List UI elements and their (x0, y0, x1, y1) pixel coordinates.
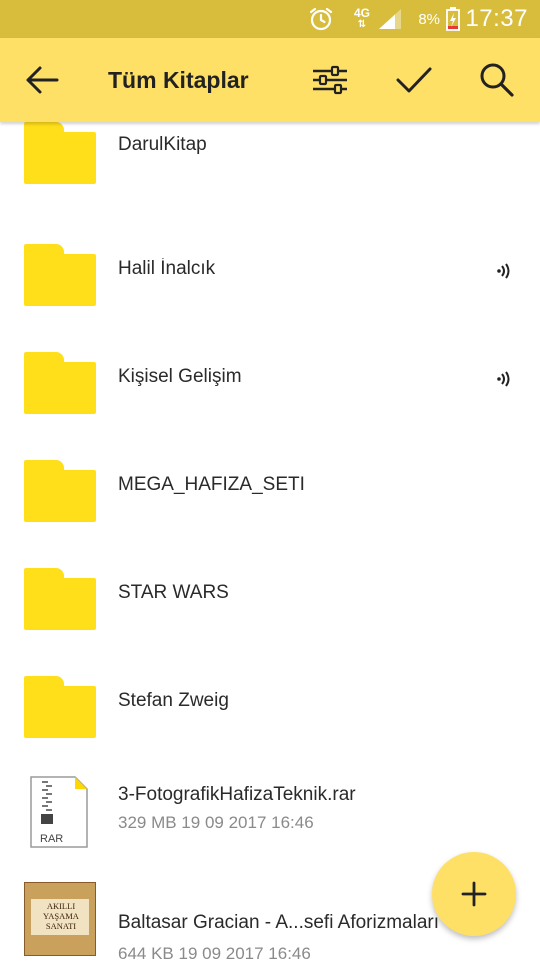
folder-row-kisisel-gelisim[interactable]: Kişisel Gelişim (0, 322, 540, 430)
folder-icon (24, 352, 96, 414)
folder-row-darulkitap[interactable]: DarulKitap (0, 106, 540, 214)
sync-status-icon (497, 263, 510, 279)
file-meta: 644 KB 19 09 2017 16:46 (118, 944, 311, 963)
alarm-icon (308, 0, 334, 38)
folder-name: Halil İnalcık (118, 258, 216, 279)
cover-line-3: SANATI (46, 921, 76, 931)
folder-row-star-wars[interactable]: STAR WARS (0, 538, 540, 646)
folder-icon (24, 244, 96, 306)
battery-percent: 8% (418, 10, 440, 28)
file-meta: 329 MB 19 09 2017 16:46 (118, 813, 314, 832)
filter-sliders-icon (313, 65, 347, 95)
status-bar: 4G ⇅ 8% 17:37 (0, 0, 540, 38)
app-toolbar: Tüm Kitaplar (0, 38, 540, 122)
folder-icon (24, 122, 96, 184)
folder-name: Stefan Zweig (118, 690, 229, 711)
checkmark-icon (396, 67, 432, 93)
add-fab-button[interactable] (432, 852, 516, 936)
cover-line-2: YAŞAMA (43, 911, 80, 921)
cover-line-1: AKILLI (47, 901, 75, 911)
folder-name: Kişisel Gelişim (118, 366, 242, 387)
folder-name: STAR WARS (118, 582, 229, 603)
back-arrow-icon (26, 66, 59, 94)
rar-icon-label: RAR (40, 833, 63, 845)
sync-status-icon (497, 371, 510, 387)
search-button[interactable] (465, 38, 529, 122)
folder-icon (24, 460, 96, 522)
signal-icon (378, 0, 402, 38)
folder-icon (24, 568, 96, 630)
folder-icon (24, 676, 96, 738)
folder-name: DarulKitap (118, 134, 207, 155)
filter-button[interactable] (298, 38, 362, 122)
search-icon (480, 63, 514, 97)
folder-name: MEGA_HAFIZA_SETI (118, 474, 305, 495)
network-label: 4G (353, 6, 370, 20)
back-button[interactable] (10, 38, 74, 122)
file-name: 3-FotografikHafizaTeknik.rar (118, 784, 356, 805)
folder-row-stefan-zweig[interactable]: Stefan Zweig (0, 646, 540, 754)
folder-row-mega-hafiza-seti[interactable]: MEGA_HAFIZA_SETI (0, 430, 540, 538)
rar-file-icon: RAR (30, 776, 88, 848)
status-clock: 17:37 (465, 5, 528, 32)
select-button[interactable] (382, 38, 446, 122)
file-name: Baltasar Gracian - A...sefi Aforizmaları (118, 912, 440, 933)
page-title: Tüm Kitaplar (108, 67, 249, 93)
battery-charging-icon (446, 0, 460, 38)
network-4g-icon: 4G ⇅ (353, 6, 370, 30)
folder-row-halil-inalcik[interactable]: Halil İnalcık (0, 214, 540, 322)
file-row-rar[interactable]: RAR 3-FotografikHafizaTeknik.rar 329 MB … (0, 754, 540, 862)
plus-icon (461, 881, 487, 907)
book-cover-thumbnail: AKILLI YAŞAMA SANATI (24, 882, 96, 956)
